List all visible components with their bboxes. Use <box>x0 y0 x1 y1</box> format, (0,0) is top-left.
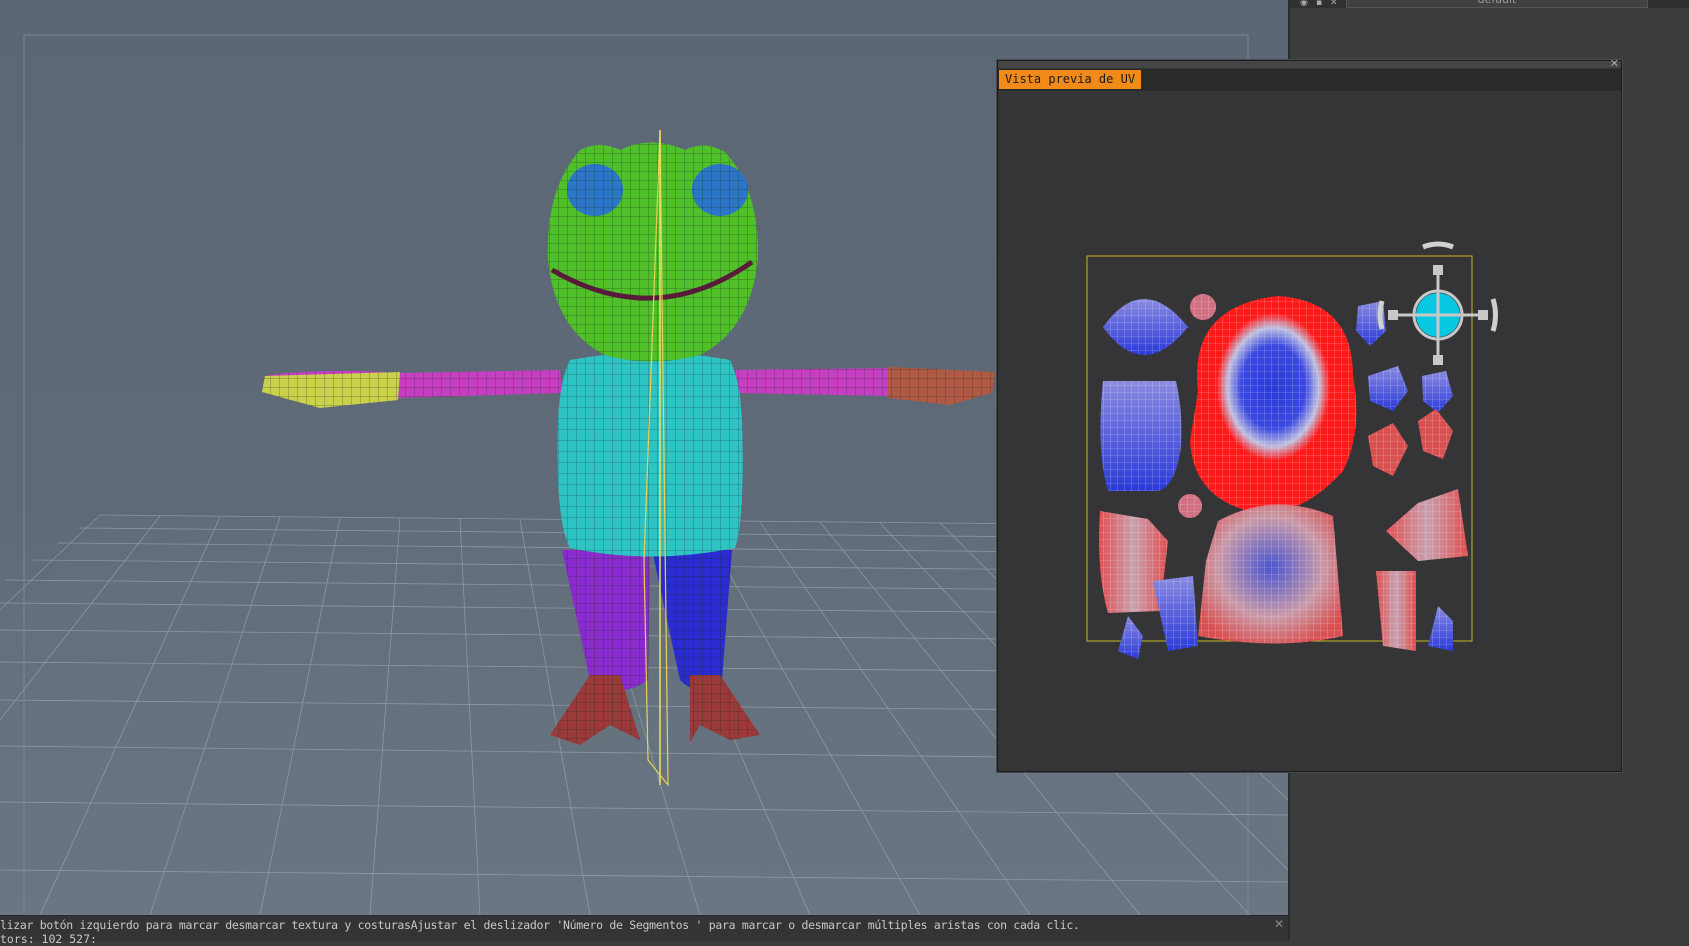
close-icon[interactable]: ✕ <box>1274 917 1284 931</box>
tab-uv-preview[interactable]: Vista previa de UV <box>999 70 1142 89</box>
layer-tab-default[interactable]: default <box>1346 0 1648 8</box>
lock-icon[interactable]: ▪ <box>1316 0 1326 8</box>
uv-window-titlebar[interactable]: ✕ <box>998 57 1621 70</box>
uv-islands[interactable] <box>1099 294 1468 659</box>
uv-window-tabbar: Vista previa de UV <box>998 69 1621 91</box>
status-vertex-count: tors: 102 527: <box>0 932 97 946</box>
uv-layout-canvas[interactable] <box>998 91 1621 771</box>
uv-preview-window[interactable]: ✕ Vista previa de UV <box>997 57 1622 772</box>
move-gizmo-icon[interactable] <box>1377 241 1498 365</box>
status-bar: lizar botón izquierdo para marcar desmar… <box>0 915 1288 946</box>
right-panel-header: ◉ ▪ ✕ default <box>1290 0 1689 8</box>
close-icon[interactable]: ✕ <box>1330 0 1340 8</box>
status-message: lizar botón izquierdo para marcar desmar… <box>0 918 1080 932</box>
eye-icon[interactable]: ◉ <box>1300 0 1310 8</box>
